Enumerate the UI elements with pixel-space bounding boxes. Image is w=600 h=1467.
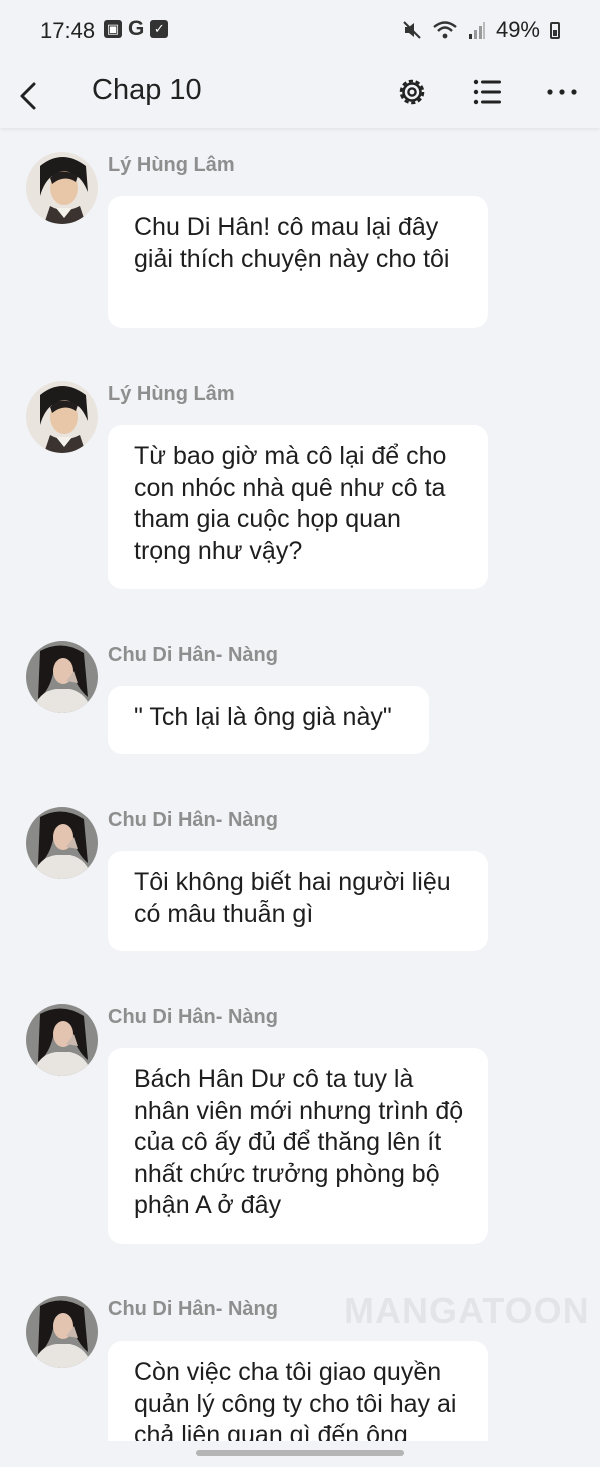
sender-name: Chu Di Hân- Nàng xyxy=(108,644,278,666)
mute-icon xyxy=(403,21,421,39)
avatar[interactable] xyxy=(26,1004,98,1076)
battery-percent: 49% xyxy=(495,17,540,42)
chat-bubble: Còn việc cha tôi giao quyền quản lý công… xyxy=(108,1341,488,1441)
notification-icons: ▣ G ✓ xyxy=(104,17,169,40)
google-notification-icon: G xyxy=(128,17,145,40)
status-time: 17:48 xyxy=(40,18,96,43)
sender-name: Lý Hùng Lâm xyxy=(108,154,235,176)
image-notification-icon: ▣ xyxy=(104,20,122,38)
system-icons: 49% xyxy=(402,17,560,43)
gear-icon[interactable] xyxy=(392,72,432,112)
watermark: MANGATOON xyxy=(344,1290,590,1331)
check-notification-icon: ✓ xyxy=(150,20,169,38)
sender-name: Chu Di Hân- Nàng xyxy=(108,1006,278,1028)
page-title: Chap 10 xyxy=(92,74,202,106)
home-indicator[interactable] xyxy=(196,1450,404,1456)
chat-bubble: Từ bao giờ mà cô lại để cho con nhóc nhà… xyxy=(108,425,488,589)
sender-name: Chu Di Hân- Nàng xyxy=(108,1298,278,1320)
sender-name: Chu Di Hân- Nàng xyxy=(108,809,278,831)
avatar[interactable] xyxy=(26,807,98,879)
status-bar: 17:48 ▣ G ✓ 49% xyxy=(0,0,600,62)
avatar[interactable] xyxy=(26,381,98,453)
sender-name: Lý Hùng Lâm xyxy=(108,383,235,405)
avatar[interactable] xyxy=(26,152,98,224)
chat-bubble: " Tch lại là ông già này" xyxy=(108,686,429,754)
chat-bubble: Tôi không biết hai người liệu có mâu thu… xyxy=(108,851,488,951)
signal-icon xyxy=(468,22,485,39)
chat-bubble: Chu Di Hân! cô mau lại đây giải thích ch… xyxy=(108,196,488,328)
battery-icon xyxy=(550,21,560,39)
more-icon[interactable] xyxy=(542,72,582,112)
back-arrow-icon[interactable] xyxy=(10,70,46,118)
reader-header: Chap 10 xyxy=(0,62,600,128)
chat-bubble: Bách Hân Dư cô ta tuy là nhân viên mới n… xyxy=(108,1048,488,1244)
wifi-icon xyxy=(433,21,457,39)
list-icon[interactable] xyxy=(467,72,507,112)
avatar[interactable] xyxy=(26,641,98,713)
avatar[interactable] xyxy=(26,1296,98,1368)
